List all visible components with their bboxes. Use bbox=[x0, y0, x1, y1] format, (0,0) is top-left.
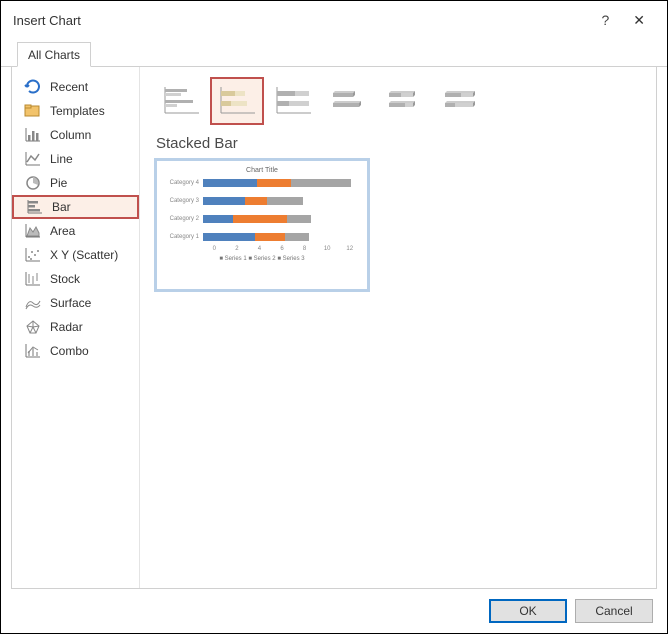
combo-icon bbox=[24, 343, 42, 359]
sidebar-item-label: Radar bbox=[50, 320, 83, 334]
preview-bar bbox=[203, 233, 309, 241]
sidebar-item-bar[interactable]: Bar bbox=[12, 195, 139, 219]
close-button[interactable]: ✕ bbox=[623, 12, 655, 29]
sidebar-item-column[interactable]: Column bbox=[12, 123, 139, 147]
sidebar-item-scatter[interactable]: X Y (Scatter) bbox=[12, 243, 139, 267]
titlebar: Insert Chart ? ✕ bbox=[1, 1, 667, 39]
tab-row: All Charts bbox=[1, 39, 667, 67]
sidebar-item-stock[interactable]: Stock bbox=[12, 267, 139, 291]
sidebar-item-label: Combo bbox=[50, 344, 89, 358]
dialog-footer: OK Cancel bbox=[1, 589, 667, 633]
bar-subtype-row bbox=[154, 77, 642, 125]
sidebar-item-label: Surface bbox=[50, 296, 91, 310]
stock-icon bbox=[24, 271, 42, 287]
preview-row: Category 3 bbox=[163, 196, 361, 206]
preview-bar bbox=[203, 197, 303, 205]
scatter-icon bbox=[24, 247, 42, 263]
sidebar-item-label: Area bbox=[50, 224, 75, 238]
preview-category-label: Category 4 bbox=[163, 180, 199, 186]
sidebar-item-label: X Y (Scatter) bbox=[50, 248, 118, 262]
sidebar-item-area[interactable]: Area bbox=[12, 219, 139, 243]
preview-category-label: Category 1 bbox=[163, 234, 199, 240]
radar-icon bbox=[24, 319, 42, 335]
tab-all-charts[interactable]: All Charts bbox=[17, 42, 91, 67]
preview-tick: 4 bbox=[248, 246, 271, 252]
sidebar-item-pie[interactable]: Pie bbox=[12, 171, 139, 195]
sidebar-item-label: Pie bbox=[50, 176, 67, 190]
preview-category-label: Category 2 bbox=[163, 216, 199, 222]
preview-x-axis: 0 2 4 6 8 10 12 bbox=[203, 246, 361, 252]
sidebar-item-label: Recent bbox=[50, 80, 88, 94]
ok-button[interactable]: OK bbox=[489, 599, 567, 623]
line-icon bbox=[24, 151, 42, 167]
preview-bar bbox=[203, 179, 351, 187]
sidebar-item-label: Line bbox=[50, 152, 73, 166]
preview-tick: 8 bbox=[293, 246, 316, 252]
preview-chart-title: Chart Title bbox=[163, 167, 361, 174]
preview-tick: 0 bbox=[203, 246, 226, 252]
sidebar-item-line[interactable]: Line bbox=[12, 147, 139, 171]
sidebar-item-templates[interactable]: Templates bbox=[12, 99, 139, 123]
chart-category-sidebar: Recent Templates Column Line bbox=[12, 67, 140, 588]
preview-tick: 10 bbox=[316, 246, 339, 252]
surface-icon bbox=[24, 295, 42, 311]
cancel-button[interactable]: Cancel bbox=[575, 599, 653, 623]
sidebar-item-label: Templates bbox=[50, 104, 105, 118]
subtype-3d-stacked-bar[interactable] bbox=[378, 77, 432, 125]
column-icon bbox=[24, 127, 42, 143]
area-icon bbox=[24, 223, 42, 239]
sidebar-item-recent[interactable]: Recent bbox=[12, 75, 139, 99]
sidebar-item-combo[interactable]: Combo bbox=[12, 339, 139, 363]
bar-icon bbox=[26, 199, 44, 215]
subtype-3d-clustered-bar[interactable] bbox=[322, 77, 376, 125]
templates-icon bbox=[24, 103, 42, 119]
preview-legend: ■ Series 1 ■ Series 2 ■ Series 3 bbox=[163, 256, 361, 262]
sidebar-item-surface[interactable]: Surface bbox=[12, 291, 139, 315]
sidebar-item-label: Column bbox=[50, 128, 91, 142]
subtype-3d-100-stacked-bar[interactable] bbox=[434, 77, 488, 125]
preview-row: Category 2 bbox=[163, 214, 361, 224]
sidebar-item-radar[interactable]: Radar bbox=[12, 315, 139, 339]
dialog-body: Recent Templates Column Line bbox=[11, 67, 657, 589]
insert-chart-dialog: Insert Chart ? ✕ All Charts Recent Templ… bbox=[0, 0, 668, 634]
sidebar-item-label: Bar bbox=[52, 200, 71, 214]
pie-icon bbox=[24, 175, 42, 191]
subtype-title: Stacked Bar bbox=[156, 135, 642, 152]
sidebar-item-label: Stock bbox=[50, 272, 80, 286]
recent-icon bbox=[24, 79, 42, 95]
preview-tick: 2 bbox=[226, 246, 249, 252]
content-pane: Stacked Bar Chart Title Category 4 Categ… bbox=[140, 67, 656, 588]
preview-row: Category 1 bbox=[163, 232, 361, 242]
preview-category-label: Category 3 bbox=[163, 198, 199, 204]
chart-preview[interactable]: Chart Title Category 4 Category 3 Catego… bbox=[154, 158, 370, 292]
subtype-100-stacked-bar[interactable] bbox=[266, 77, 320, 125]
subtype-clustered-bar[interactable] bbox=[154, 77, 208, 125]
preview-tick: 6 bbox=[271, 246, 294, 252]
preview-bars: Category 4 Category 3 Category 2 Categor… bbox=[163, 178, 361, 242]
help-button[interactable]: ? bbox=[587, 12, 623, 28]
preview-tick: 12 bbox=[338, 246, 361, 252]
preview-bar bbox=[203, 215, 311, 223]
dialog-title: Insert Chart bbox=[13, 13, 81, 28]
preview-row: Category 4 bbox=[163, 178, 361, 188]
subtype-stacked-bar[interactable] bbox=[210, 77, 264, 125]
